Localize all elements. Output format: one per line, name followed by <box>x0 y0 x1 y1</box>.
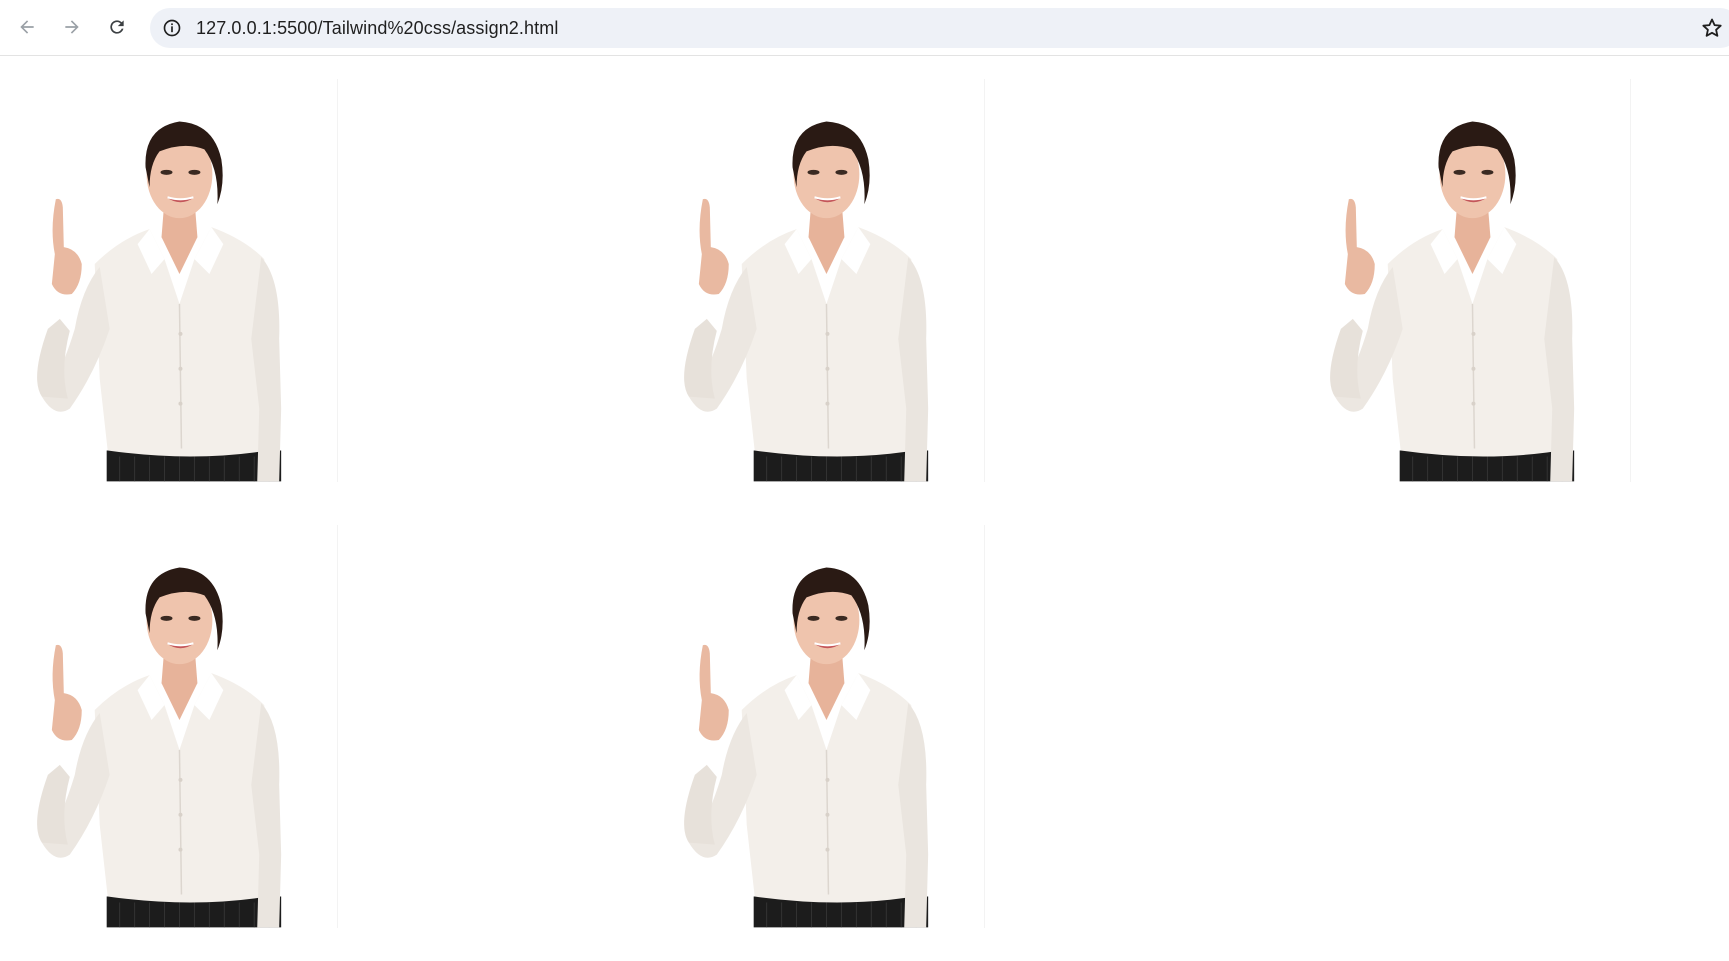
star-icon <box>1702 18 1722 37</box>
person-photo <box>1330 121 1575 482</box>
url-text[interactable]: 127.0.0.1:5500/Tailwind%20css/assign2.ht… <box>196 18 558 39</box>
info-icon <box>163 19 181 37</box>
reload-icon <box>110 20 124 34</box>
woman-pointing-image-1 <box>0 79 338 482</box>
person-photo <box>684 121 929 482</box>
arrow-right-icon <box>65 20 79 34</box>
address-bar[interactable]: 127.0.0.1:5500/Tailwind%20css/assign2.ht… <box>150 8 1729 48</box>
back-button[interactable] <box>10 10 44 44</box>
person-photo <box>37 121 282 482</box>
reload-button[interactable] <box>100 10 134 44</box>
page-content <box>0 57 1729 961</box>
woman-pointing-image-3 <box>1293 79 1631 482</box>
woman-pointing-image-5 <box>647 525 985 928</box>
arrow-left-icon <box>20 20 34 34</box>
browser-toolbar: 127.0.0.1:5500/Tailwind%20css/assign2.ht… <box>0 0 1729 56</box>
woman-pointing-image-4 <box>0 525 338 928</box>
site-info-button[interactable] <box>160 16 184 40</box>
forward-button[interactable] <box>55 10 89 44</box>
person-photo <box>684 567 929 928</box>
bookmark-button[interactable] <box>1700 16 1724 40</box>
person-photo <box>37 567 282 928</box>
woman-pointing-image-2 <box>647 79 985 482</box>
